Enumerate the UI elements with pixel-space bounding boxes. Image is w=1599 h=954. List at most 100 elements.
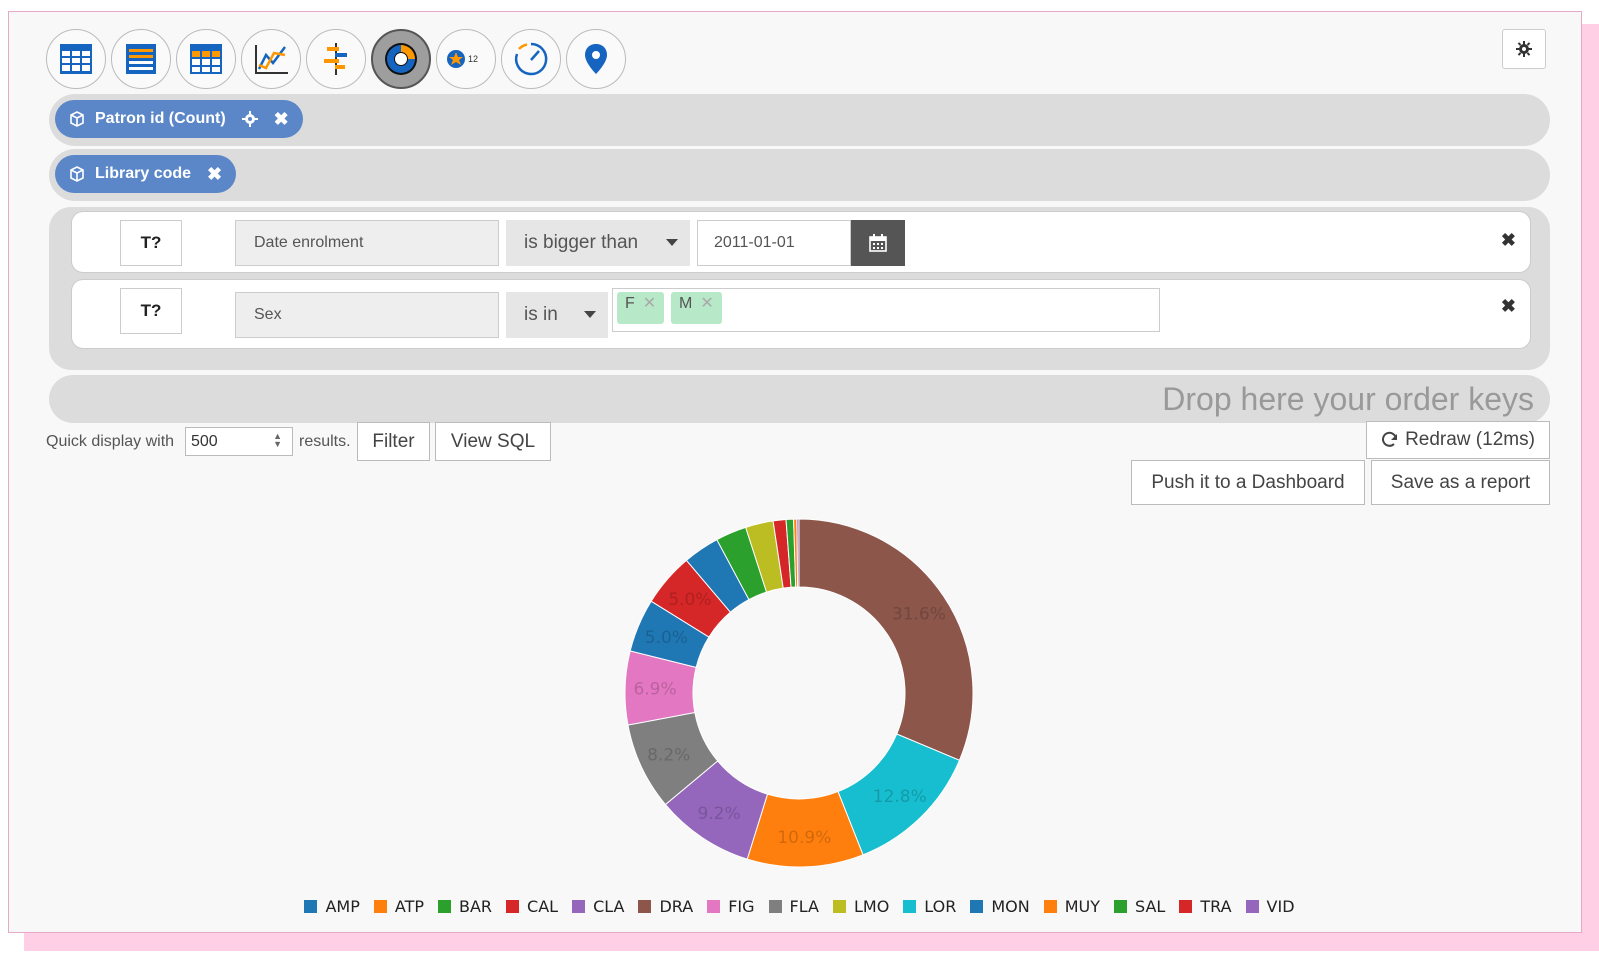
donut-chart-button[interactable] — [371, 29, 431, 89]
filter-icon: T? — [140, 301, 162, 320]
remove-measure-icon[interactable]: ✖ — [274, 109, 289, 130]
measure-settings-icon[interactable] — [241, 111, 258, 127]
filter-button[interactable]: Filter — [357, 422, 430, 461]
tag-input[interactable]: F ✕ M ✕ — [612, 288, 1160, 332]
calendar-icon — [869, 234, 887, 252]
map-pin-icon — [585, 44, 607, 74]
calendar-button[interactable] — [851, 220, 905, 266]
tag-m: M ✕ — [671, 292, 722, 324]
legend-label: LOR — [924, 897, 957, 916]
quick-display-value: 500 — [191, 433, 218, 450]
counter-chart-button[interactable]: 12 — [436, 29, 496, 89]
cube-icon — [70, 166, 84, 182]
order-keys-dropzone[interactable]: Drop here your order keys — [49, 375, 1550, 423]
remove-filter-icon[interactable]: ✖ — [1501, 296, 1516, 317]
line-chart-button[interactable] — [241, 29, 301, 89]
legend-label: BAR — [459, 897, 493, 916]
remove-filter-icon[interactable]: ✖ — [1501, 230, 1516, 251]
legend-label: MON — [991, 897, 1030, 916]
legend-item-amp[interactable]: AMP — [304, 897, 360, 916]
caret-down-icon — [666, 239, 678, 246]
filter-toggle-button[interactable]: T? — [120, 288, 182, 334]
legend-item-tra[interactable]: TRA — [1179, 897, 1232, 916]
quick-display-stepper[interactable]: 500 ▲ ▼ — [185, 427, 293, 456]
tag-label: F — [625, 295, 635, 312]
legend-item-mon[interactable]: MON — [970, 897, 1030, 916]
refresh-icon — [1382, 431, 1398, 447]
legend-item-cal[interactable]: CAL — [506, 897, 558, 916]
legend-swatch — [1179, 900, 1193, 913]
legend-swatch — [438, 900, 451, 913]
save-report-button[interactable]: Save as a report — [1371, 460, 1550, 505]
legend-item-dra[interactable]: DRA — [638, 897, 693, 916]
pivot-table-chart-button[interactable] — [176, 29, 236, 89]
measure-pill[interactable]: Patron id (Count) ✖ — [55, 100, 303, 138]
chart-legend: AMP ATP BAR CAL CLA DRA FIG FLA LMO LOR MON MUY SAL T… — [0, 897, 1599, 916]
legend-swatch — [903, 900, 917, 913]
dimension-label: Library code — [95, 165, 192, 182]
remove-dimension-icon[interactable]: ✖ — [207, 164, 222, 185]
legend-item-fla[interactable]: FLA — [768, 897, 819, 916]
line-chart-icon — [255, 45, 288, 74]
filter-date-input[interactable] — [697, 220, 851, 266]
legend-item-lor[interactable]: LOR — [903, 897, 956, 916]
legend-swatch — [506, 900, 520, 913]
legend-swatch — [373, 900, 387, 913]
legend-label: FLA — [789, 897, 819, 916]
legend-item-fig[interactable]: FIG — [707, 897, 755, 916]
filter-icon: T? — [140, 233, 162, 252]
filter-operator-select[interactable]: is bigger than — [506, 220, 690, 266]
table-chart-button[interactable] — [46, 29, 106, 89]
legend-label: MUY — [1064, 897, 1101, 916]
order-keys-placeholder: Drop here your order keys — [1162, 381, 1534, 417]
remove-tag-icon[interactable]: ✕ — [700, 292, 713, 316]
legend-label: TRA — [1200, 897, 1232, 916]
legend-item-muy[interactable]: MUY — [1043, 897, 1101, 916]
map-chart-button[interactable] — [566, 29, 626, 89]
cube-icon — [70, 111, 84, 127]
filter-operator-select[interactable]: is in — [506, 292, 608, 338]
list-table-chart-button[interactable] — [111, 29, 171, 89]
legend-label: CLA — [593, 897, 625, 916]
redraw-label: Redraw (12ms) — [1405, 429, 1535, 450]
caret-down-icon — [584, 311, 596, 318]
bar-chart-button[interactable] — [306, 29, 366, 89]
gauge-chart-button[interactable] — [501, 29, 561, 89]
gauge-icon — [514, 42, 548, 76]
redraw-button[interactable]: Redraw (12ms) — [1366, 421, 1550, 459]
legend-item-cla[interactable]: CLA — [572, 897, 624, 916]
legend-item-bar[interactable]: BAR — [438, 897, 492, 916]
legend-swatch — [707, 900, 721, 913]
legend-swatch — [768, 900, 782, 913]
filter-toggle-button[interactable]: T? — [120, 220, 182, 266]
table-icon — [60, 44, 92, 74]
legend-swatch — [572, 900, 586, 913]
filter-field-name: Date enrolment — [235, 220, 499, 266]
filter-field-name: Sex — [235, 292, 499, 338]
legend-item-vid[interactable]: VID — [1245, 897, 1295, 916]
legend-swatch — [638, 900, 652, 913]
legend-item-lmo[interactable]: LMO — [832, 897, 889, 916]
chart-type-toolbar: 12 — [46, 29, 626, 89]
dimensions-dropzone[interactable] — [49, 149, 1550, 201]
legend-label: VID — [1266, 897, 1295, 916]
measure-label: Patron id (Count) — [95, 110, 226, 127]
dimension-pill[interactable]: Library code ✖ — [55, 155, 237, 193]
counter-icon: 12 — [447, 50, 478, 68]
legend-item-sal[interactable]: SAL — [1114, 897, 1165, 916]
legend-swatch — [970, 900, 984, 913]
legend-item-atp[interactable]: ATP — [373, 897, 424, 916]
legend-label: SAL — [1135, 897, 1166, 916]
remove-tag-icon[interactable]: ✕ — [643, 292, 656, 316]
filter-row-sex: T? Sex is in F ✕ M ✕ ✖ — [71, 279, 1531, 349]
counter-badge: 12 — [468, 54, 478, 64]
push-dashboard-button[interactable]: Push it to a Dashboard — [1131, 460, 1365, 505]
operator-value: is bigger than — [524, 232, 639, 253]
gear-icon — [1516, 41, 1532, 57]
spin-arrows-icon[interactable]: ▲ ▼ — [273, 432, 282, 449]
legend-label: DRA — [659, 897, 694, 916]
view-sql-button[interactable]: View SQL — [435, 422, 551, 461]
settings-button[interactable] — [1502, 29, 1546, 69]
operator-value: is in — [524, 304, 558, 325]
legend-label: AMP — [325, 897, 360, 916]
